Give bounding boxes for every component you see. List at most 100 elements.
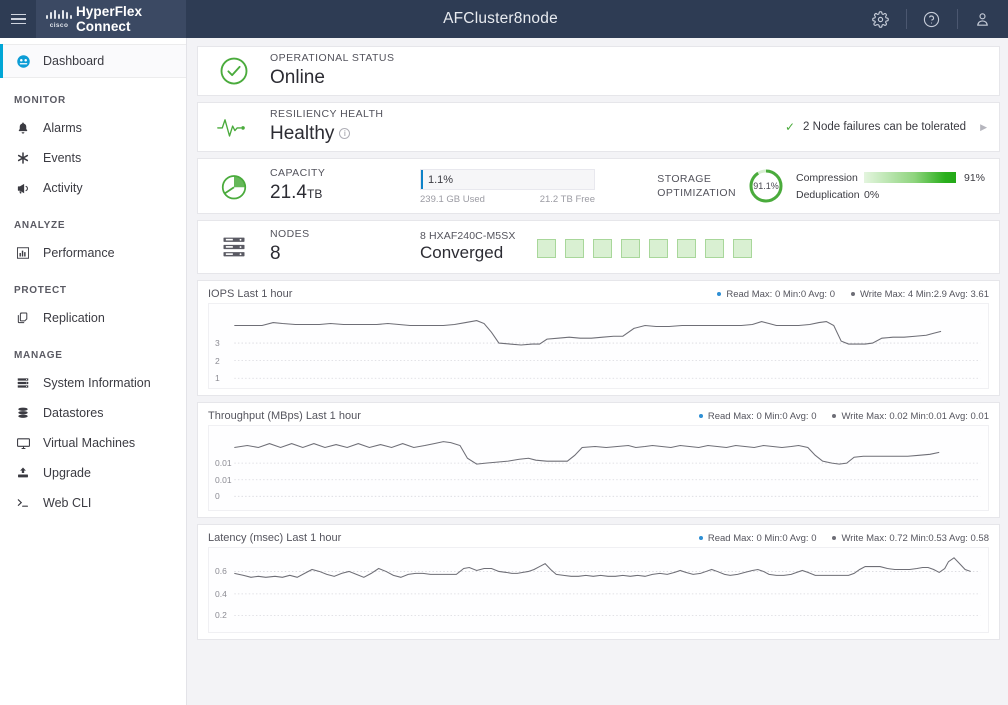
chart-legend: Read Max: 0 Min:0 Avg: 0 Write Max: 0.02 … bbox=[698, 410, 989, 422]
legend-item[interactable]: Read Max: 0 Min:0 Avg: 0 bbox=[717, 289, 835, 300]
sidebar-item-activity[interactable]: Activity bbox=[0, 173, 186, 203]
chevron-right-icon[interactable]: ▶ bbox=[980, 122, 987, 133]
legend-item[interactable]: Read Max: 0 Min:0 Avg: 0 bbox=[698, 410, 817, 422]
sidebar-item-alarms[interactable]: Alarms bbox=[0, 113, 186, 143]
legend-item[interactable]: Write Max: 4 Min:2.9 Avg: 3.61 bbox=[850, 289, 989, 300]
sidebar: Dashboard MONITOR Alarms Events Activity… bbox=[0, 38, 187, 705]
chart-plot[interactable]: 0.6 0.4 0.2 bbox=[208, 547, 989, 633]
info-icon[interactable]: i bbox=[339, 128, 351, 140]
nodes-model: 8 HXAF240C-M5SX bbox=[420, 229, 516, 242]
chart-plot[interactable]: 0.01 0.01 0 bbox=[208, 425, 989, 511]
resiliency-detail[interactable]: ✓ 2 Node failures can be tolerated ▶ bbox=[785, 120, 999, 134]
sidebar-item-performance[interactable]: Performance bbox=[0, 238, 186, 268]
sidebar-item-events[interactable]: Events bbox=[0, 143, 186, 173]
chart-title: Throughput (MBps) Last 1 hour bbox=[208, 410, 361, 422]
bell-icon bbox=[14, 121, 32, 135]
capacity-total-unit: TB bbox=[306, 186, 323, 201]
storage-optimization-donut-value: 91.1% bbox=[753, 181, 779, 191]
storage-optimization: STORAGE OPTIMIZATION 91.1% Compression 9… bbox=[657, 166, 999, 206]
storage-optimization-donut: 91.1% bbox=[746, 166, 786, 206]
settings-button[interactable] bbox=[855, 0, 906, 38]
y-axis-tick-label: 0.2 bbox=[215, 610, 227, 621]
node-square[interactable] bbox=[677, 239, 697, 258]
storage-optimization-label: STORAGE OPTIMIZATION bbox=[657, 172, 736, 200]
legend-item[interactable]: Write Max: 0.72 Min:0.53 Avg: 0.58 bbox=[832, 533, 989, 544]
question-circle-icon bbox=[923, 11, 940, 27]
sidebar-item-label: Activity bbox=[43, 180, 83, 195]
sidebar-section-protect: PROTECT bbox=[14, 285, 67, 296]
sidebar-item-label: Events bbox=[43, 150, 82, 165]
operational-status-text: OPERATIONAL STATUS Online bbox=[270, 52, 394, 89]
main-content: OPERATIONAL STATUS Online RESILIENCY HEA… bbox=[187, 38, 1008, 705]
chart-header: Throughput (MBps) Last 1 hour Read Max: 0… bbox=[208, 410, 989, 425]
gear-icon bbox=[872, 10, 889, 28]
node-square[interactable] bbox=[565, 239, 585, 258]
compression-label: Compression bbox=[795, 171, 858, 184]
node-squares bbox=[537, 236, 753, 258]
sidebar-section-monitor: MONITOR bbox=[14, 95, 66, 106]
node-square[interactable] bbox=[537, 239, 557, 258]
legend-label: Read Max: 0 Min:0 Avg: 0 bbox=[726, 288, 835, 300]
chart-card: Latency (msec) Last 1 hour Read Max: 0 Mi… bbox=[197, 524, 1000, 640]
asterisk-icon bbox=[14, 151, 32, 165]
server-icon bbox=[14, 376, 32, 390]
cisco-logo: cisco bbox=[46, 9, 72, 29]
node-square[interactable] bbox=[621, 239, 641, 258]
compression-row: Compression 91% bbox=[796, 172, 985, 184]
legend-label: Read Max: 0 Min:0 Avg: 0 bbox=[707, 532, 817, 544]
dashboard-icon bbox=[14, 54, 32, 69]
node-square[interactable] bbox=[733, 239, 753, 258]
legend-label: Read Max: 0 Min:0 Avg: 0 bbox=[707, 410, 817, 422]
nodes-type: Converged bbox=[420, 242, 504, 262]
sidebar-item-replication[interactable]: Replication bbox=[0, 303, 186, 333]
sidebar-section-analyze: ANALYZE bbox=[14, 220, 66, 231]
capacity-percent-label: 1.1% bbox=[428, 173, 454, 186]
sidebar-item-label: Performance bbox=[43, 245, 115, 260]
bar-chart-icon bbox=[14, 246, 32, 260]
nodes-label: NODES bbox=[270, 228, 310, 241]
node-square[interactable] bbox=[705, 239, 725, 258]
legend-label: Write Max: 0.02 Min:0.01 Avg: 0.01 bbox=[841, 410, 989, 422]
capacity-label: CAPACITY bbox=[270, 167, 326, 180]
y-axis-tick-label: 1 bbox=[215, 373, 220, 384]
sidebar-item-dashboard[interactable]: Dashboard bbox=[0, 44, 186, 78]
hyperflex-connect-app: cisco HyperFlex Connect AFCluster8node D… bbox=[0, 0, 1008, 705]
capacity-text: CAPACITY 21.4TB bbox=[270, 167, 420, 204]
sidebar-item-virtual-machines[interactable]: Virtual Machines bbox=[0, 428, 186, 458]
chart-header: IOPS Last 1 hour Read Max: 0 Min:0 Avg: 0… bbox=[208, 288, 989, 303]
upload-icon bbox=[14, 466, 32, 480]
legend-dot-icon bbox=[832, 414, 837, 418]
sidebar-group-analyze: Performance bbox=[0, 238, 186, 268]
node-square[interactable] bbox=[649, 239, 669, 258]
sidebar-item-web-cli[interactable]: Web CLI bbox=[0, 488, 186, 518]
sidebar-item-label: Alarms bbox=[43, 120, 82, 135]
sidebar-group-protect: Replication bbox=[0, 303, 186, 333]
body-row: Dashboard MONITOR Alarms Events Activity… bbox=[0, 38, 1008, 705]
sidebar-item-label: Upgrade bbox=[43, 465, 91, 480]
legend-dot-icon bbox=[850, 292, 855, 296]
legend-item[interactable]: Read Max: 0 Min:0 Avg: 0 bbox=[698, 532, 817, 544]
header-actions bbox=[855, 0, 1008, 38]
resiliency-health-text: RESILIENCY HEALTH Healthy i bbox=[270, 108, 383, 145]
storage-optimization-label-line1: STORAGE bbox=[657, 172, 712, 185]
sidebar-item-label: Dashboard bbox=[43, 53, 105, 68]
node-square[interactable] bbox=[593, 239, 613, 258]
capacity-total-row: 21.4TB bbox=[270, 181, 420, 205]
top-header: cisco HyperFlex Connect AFCluster8node bbox=[0, 0, 1008, 38]
terminal-icon bbox=[14, 496, 32, 510]
nodes-text: NODES 8 bbox=[270, 228, 420, 265]
legend-item[interactable]: Write Max: 0.02 Min:0.01 Avg: 0.01 bbox=[832, 411, 989, 422]
menu-toggle-button[interactable] bbox=[0, 0, 36, 38]
chart-plot[interactable]: 3 2 1 bbox=[208, 303, 989, 389]
sidebar-item-upgrade[interactable]: Upgrade bbox=[0, 458, 186, 488]
nodes-icon bbox=[198, 233, 270, 261]
y-axis-tick-label: 0.01 bbox=[215, 474, 232, 485]
sidebar-item-datastores[interactable]: Datastores bbox=[0, 398, 186, 428]
pie-chart-icon bbox=[198, 171, 270, 201]
y-axis-tick-label: 0 bbox=[215, 491, 220, 502]
sidebar-item-system-information[interactable]: System Information bbox=[0, 368, 186, 398]
help-button[interactable] bbox=[906, 0, 957, 38]
resiliency-detail-text: 2 Node failures can be tolerated bbox=[803, 121, 967, 133]
user-button[interactable] bbox=[957, 0, 1008, 38]
legend-dot-icon bbox=[698, 414, 703, 418]
